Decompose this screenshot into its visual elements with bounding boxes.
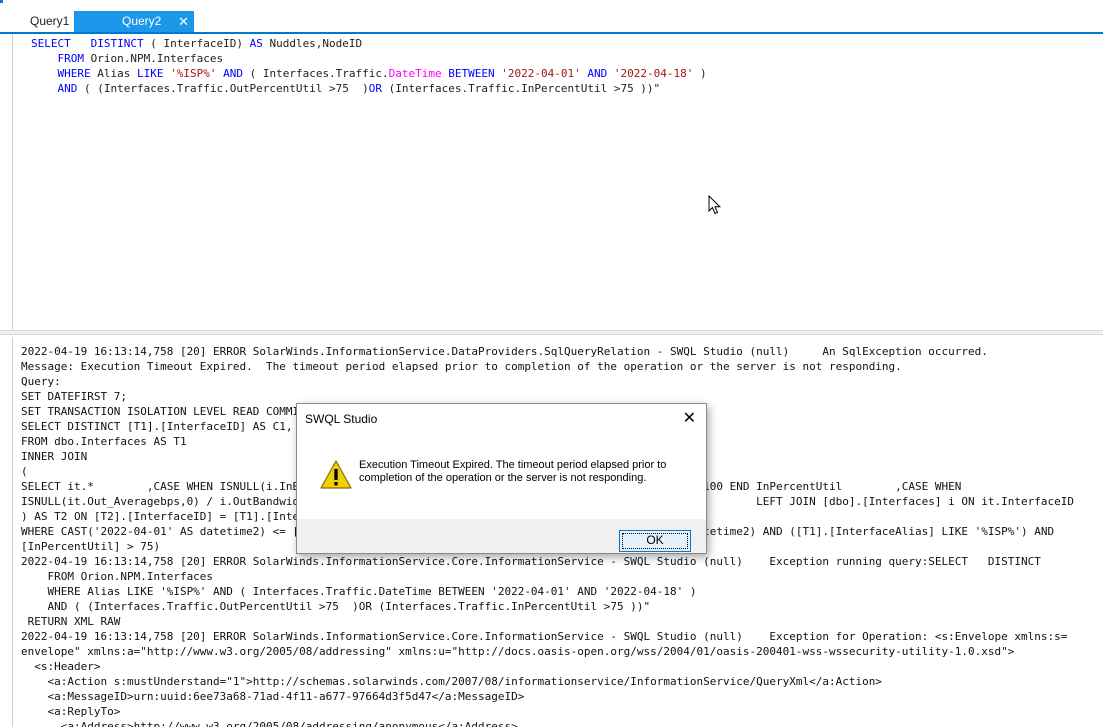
dialog-close-icon[interactable]: ✕ — [683, 408, 696, 428]
log-line: FROM Orion.NPM.Interfaces — [21, 570, 214, 583]
query-text[interactable]: SELECT DISTINCT ( InterfaceID) AS Nuddle… — [31, 36, 707, 96]
log-line: AND ( (Interfaces.Traffic.OutPercentUtil… — [21, 600, 651, 613]
mouse-cursor-icon — [708, 195, 722, 215]
code-token: Nuddles,NodeID — [262, 37, 363, 50]
code-line: FROM Orion.NPM.Interfaces — [31, 51, 707, 66]
code-token-kw: FROM — [57, 52, 85, 65]
log-line: Message: Execution Timeout Expired. The … — [21, 360, 902, 373]
code-line: AND ( (Interfaces.Traffic.OutPercentUtil… — [31, 81, 707, 96]
code-token-kw: SELECT — [31, 37, 71, 50]
code-token: ) — [693, 67, 707, 80]
dialog-message: Execution Timeout Expired. The timeout p… — [359, 459, 667, 484]
code-token-str: '2022-04-01' — [501, 67, 581, 80]
dialog-footer: OK — [297, 519, 706, 553]
code-token: ( Interfaces.Traffic. — [242, 67, 389, 80]
code-token-kw: BETWEEN — [448, 67, 495, 80]
log-line: <a:MessageID>urn:uuid:6ee73a68-71ad-4f11… — [21, 690, 525, 703]
code-token-kw: DISTINCT — [90, 37, 144, 50]
code-line: WHERE Alias LIKE '%ISP%' AND ( Interface… — [31, 66, 707, 81]
code-token: ( (Interfaces.Traffic.OutPercentUtil >75… — [77, 82, 369, 95]
code-token-kw: AND — [223, 67, 243, 80]
warning-icon — [320, 460, 352, 489]
code-token-kw: OR — [368, 82, 383, 95]
code-token-str: '2022-04-18' — [613, 67, 694, 80]
code-token: ( InterfaceID) — [143, 37, 250, 50]
log-line: <a:Action s:mustUnderstand="1">http://sc… — [21, 675, 882, 688]
log-line: 2022-04-19 16:13:14,758 [20] ERROR Solar… — [21, 630, 1068, 643]
query-tab-bar: Query1 Query2 ✕ — [0, 10, 1103, 34]
log-line: <s:Header> — [21, 660, 101, 673]
log-line: WHERE Alias LIKE '%ISP%' AND ( Interface… — [21, 585, 697, 598]
code-token-kw: WHERE — [57, 67, 91, 80]
code-token-kw: AS — [249, 37, 263, 50]
code-line: SELECT DISTINCT ( InterfaceID) AS Nuddle… — [31, 36, 707, 51]
error-dialog: SWQL Studio ✕ Execution Timeout Expired.… — [296, 403, 707, 554]
ok-button[interactable]: OK — [619, 530, 691, 552]
focus-rectangle — [622, 533, 688, 549]
log-line: envelope" xmlns:a="http://www.w3.org/200… — [21, 645, 1015, 658]
code-token-str: '%ISP%' — [170, 67, 217, 80]
code-token: (Interfaces.Traffic.InPercentUtil >75 ))… — [382, 82, 661, 95]
log-line: RETURN XML RAW — [21, 615, 121, 628]
log-line: <a:ReplyTo> — [21, 705, 121, 718]
dialog-title: SWQL Studio — [305, 412, 378, 426]
code-token-kw: AND — [587, 67, 608, 80]
title-strip — [0, 0, 1103, 10]
pane-splitter[interactable] — [0, 330, 1103, 335]
tab-query2-label: Query2 — [122, 14, 162, 28]
code-token-fn: DateTime — [388, 67, 442, 80]
log-line: 2022-04-19 16:13:14,758 [20] ERROR Solar… — [21, 345, 988, 358]
log-line: Query: — [21, 375, 61, 388]
log-line: 2022-04-19 16:13:14,758 [20] ERROR Solar… — [21, 555, 1041, 568]
code-token: Alias — [90, 67, 137, 80]
tab-close-icon[interactable]: ✕ — [178, 11, 189, 32]
tab-query2[interactable]: Query2 ✕ — [74, 11, 194, 32]
code-token-kw: LIKE — [136, 67, 164, 80]
code-token: Orion.NPM.Interfaces — [84, 52, 224, 65]
query-editor[interactable]: SELECT DISTINCT ( InterfaceID) AS Nuddle… — [12, 34, 1103, 330]
window-mark — [0, 0, 3, 3]
tab-query1[interactable]: Query1 — [0, 11, 74, 32]
log-line: <a:Address>http://www.w3.org/2005/08/add… — [21, 720, 518, 727]
tab-query1-label: Query1 — [30, 14, 70, 28]
log-line: SET DATEFIRST 7; — [21, 390, 127, 403]
code-token-kw: AND — [57, 82, 78, 95]
